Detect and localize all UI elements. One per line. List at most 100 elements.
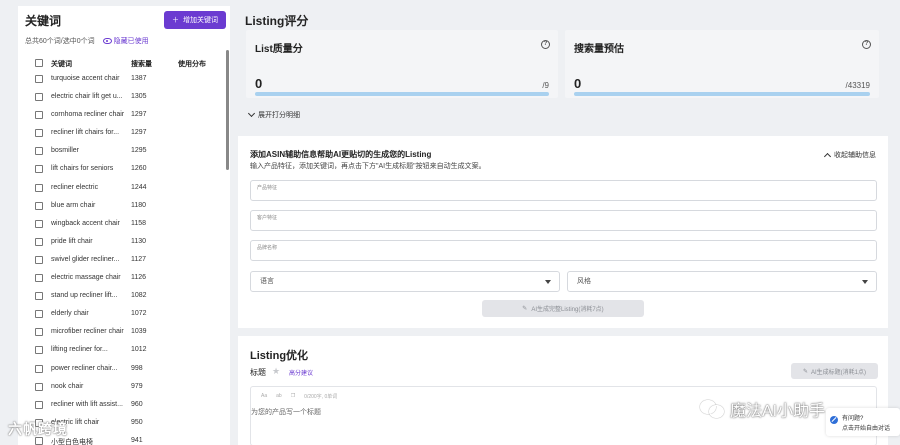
keyword-text: microfiber recliner chair xyxy=(51,328,124,336)
column-keyword: 关键词 xyxy=(51,61,72,68)
help-icon[interactable]: ? xyxy=(862,40,871,49)
asin-helper-title: 添加ASIN辅助信息帮助AI更贴切的生成您的Listing xyxy=(250,150,432,159)
style-select[interactable]: 风格 xyxy=(567,271,877,292)
help-chat-widget[interactable]: 有问题? 点击开始自由对话 xyxy=(826,408,900,436)
keywords-summary-row: 总共60个词/选中0个词 隐藏已使用 xyxy=(25,36,149,46)
keyword-checkbox[interactable] xyxy=(35,310,43,319)
help-icon[interactable]: ? xyxy=(541,40,550,49)
keyword-checkbox[interactable] xyxy=(35,129,43,138)
keyword-checkbox[interactable] xyxy=(35,274,43,283)
collapse-helper-label: 收起辅助信息 xyxy=(834,152,876,159)
case-tool[interactable]: Aa xyxy=(261,393,267,400)
caret-down-icon xyxy=(545,280,551,284)
quality-score-label: List质量分 xyxy=(255,44,303,55)
collapse-helper-button[interactable]: 收起辅助信息 xyxy=(823,150,876,160)
magic-wand-icon: ✎ xyxy=(802,368,808,375)
quality-score-card: List质量分 ? 0 /9 xyxy=(246,30,558,98)
title-tag-label: 标题 xyxy=(250,368,266,377)
product-feature-label: 产品特征 xyxy=(257,185,278,191)
keyword-volume: 1082 xyxy=(131,292,147,300)
keyword-volume: 998 xyxy=(131,364,143,372)
keyword-volume: 950 xyxy=(131,418,143,426)
keyword-checkbox[interactable] xyxy=(35,237,43,246)
listing-score-title: Listing评分 xyxy=(245,14,309,28)
keyword-row[interactable]: cornhoma recliner chair 1297 xyxy=(18,106,230,124)
keyword-row[interactable]: recliner electric 1244 xyxy=(18,179,230,197)
ai-generate-title-label: AI生成标题(消耗1点) xyxy=(811,369,867,376)
keyword-row[interactable]: electric massage chair 1126 xyxy=(18,269,230,287)
keyword-row[interactable]: blue arm chair 1180 xyxy=(18,197,230,215)
keyword-row[interactable]: stand up recliner lift... 1082 xyxy=(18,287,230,305)
keyword-text: electric massage chair xyxy=(51,274,121,282)
keyword-volume: 1126 xyxy=(131,274,147,282)
keyword-row[interactable]: electric chair lift get u... 1305 xyxy=(18,88,230,106)
ai-generate-title-button[interactable]: ✎ AI生成标题(消耗1点) xyxy=(791,363,878,379)
high-score-tips-link[interactable]: 高分建议 xyxy=(289,368,313,377)
add-keyword-label: 增加关键词 xyxy=(183,17,218,24)
keyword-row[interactable]: lifting recliner for... 1012 xyxy=(18,341,230,359)
keyword-volume: 1244 xyxy=(131,183,147,191)
keyword-volume: 1130 xyxy=(131,237,147,245)
keyword-checkbox[interactable] xyxy=(35,75,43,83)
keyword-checkbox[interactable] xyxy=(35,346,43,355)
keyword-volume: 1297 xyxy=(131,129,147,137)
lowercase-tool[interactable]: ab xyxy=(276,393,282,400)
hide-used-label: 隐藏已使用 xyxy=(113,38,149,45)
keyword-checkbox[interactable] xyxy=(35,292,43,301)
product-feature-input[interactable]: 产品特征 xyxy=(250,180,877,201)
language-select[interactable]: 语言 xyxy=(250,271,560,292)
keyword-checkbox[interactable] xyxy=(35,183,43,192)
keyword-text: wingback accent chair xyxy=(51,219,120,227)
keyword-row[interactable]: lift chairs for seniors 1260 xyxy=(18,160,230,178)
keyword-row[interactable]: swivel glider recliner... 1127 xyxy=(18,251,230,269)
expand-score-details[interactable]: 展开打分明细 xyxy=(247,109,300,120)
keyword-checkbox[interactable] xyxy=(35,147,43,156)
brand-name-input[interactable]: 品牌名称 xyxy=(250,240,877,261)
add-keyword-button[interactable]: ＋ 增加关键词 xyxy=(164,11,226,29)
copy-icon[interactable]: ❐ xyxy=(291,393,295,400)
keyword-row[interactable]: power recliner chair... 998 xyxy=(18,360,230,378)
expand-score-label: 展开打分明细 xyxy=(258,112,300,119)
keyword-checkbox[interactable] xyxy=(35,400,43,409)
char-count: 0/200字, 0单词 xyxy=(304,394,338,400)
generate-listing-button[interactable]: ✎ AI生成完整Listing(消耗7点) xyxy=(482,300,644,317)
chevron-down-icon xyxy=(247,109,256,118)
title-placeholder: 为您的产品写一个标题 xyxy=(251,409,321,416)
watermark-right: 魔法AI小助手 xyxy=(700,397,825,421)
keyword-row[interactable]: recliner with lift assist... 960 xyxy=(18,396,230,414)
keyword-checkbox[interactable] xyxy=(35,382,43,391)
keyword-row[interactable]: nook chair 979 xyxy=(18,378,230,396)
keyword-text: recliner electric xyxy=(51,183,99,191)
keyword-row[interactable]: microfiber recliner chair 1039 xyxy=(18,323,230,341)
keyword-text: electric chair lift get u... xyxy=(51,93,123,101)
keyword-row[interactable]: bosmiller 1295 xyxy=(18,142,230,160)
keyword-checkbox[interactable] xyxy=(35,328,43,337)
keyword-volume: 979 xyxy=(131,382,143,390)
caret-down-icon xyxy=(862,280,868,284)
hide-used-toggle[interactable]: 隐藏已使用 xyxy=(102,36,149,46)
keyword-checkbox[interactable] xyxy=(35,201,43,210)
keyword-checkbox[interactable] xyxy=(35,219,43,228)
keyword-text: elderly chair xyxy=(51,310,89,318)
keyword-row[interactable]: elderly chair 1072 xyxy=(18,305,230,323)
keywords-scrollbar[interactable] xyxy=(226,50,229,170)
keywords-summary: 总共60个词/选中0个词 xyxy=(25,38,95,45)
customer-feature-input[interactable]: 客户特征 xyxy=(250,210,877,231)
keyword-checkbox[interactable] xyxy=(35,93,43,102)
keyword-row[interactable]: turquoise accent chair 1387 xyxy=(18,70,230,88)
help-line-2: 点击开始自由对话 xyxy=(842,426,891,432)
keywords-table-body: turquoise accent chair 1387 electric chair… xyxy=(18,70,230,445)
keyword-checkbox[interactable] xyxy=(35,364,43,373)
keywords-header: 关键词 ＋ 增加关键词 xyxy=(18,6,230,32)
wechat-icon xyxy=(700,400,726,418)
keyword-checkbox[interactable] xyxy=(35,255,43,264)
keyword-volume: 1295 xyxy=(131,147,147,155)
keyword-row[interactable]: recliner lift chairs for... 1297 xyxy=(18,124,230,142)
keyword-checkbox[interactable] xyxy=(35,111,43,120)
keyword-row[interactable]: pride lift chair 1130 xyxy=(18,233,230,251)
keyword-checkbox[interactable] xyxy=(35,165,43,174)
select-all-checkbox[interactable] xyxy=(35,59,43,67)
keyword-row[interactable]: wingback accent chair 1158 xyxy=(18,215,230,233)
watermark-left: 六帆跨境 xyxy=(8,421,68,437)
eye-icon xyxy=(102,38,112,44)
